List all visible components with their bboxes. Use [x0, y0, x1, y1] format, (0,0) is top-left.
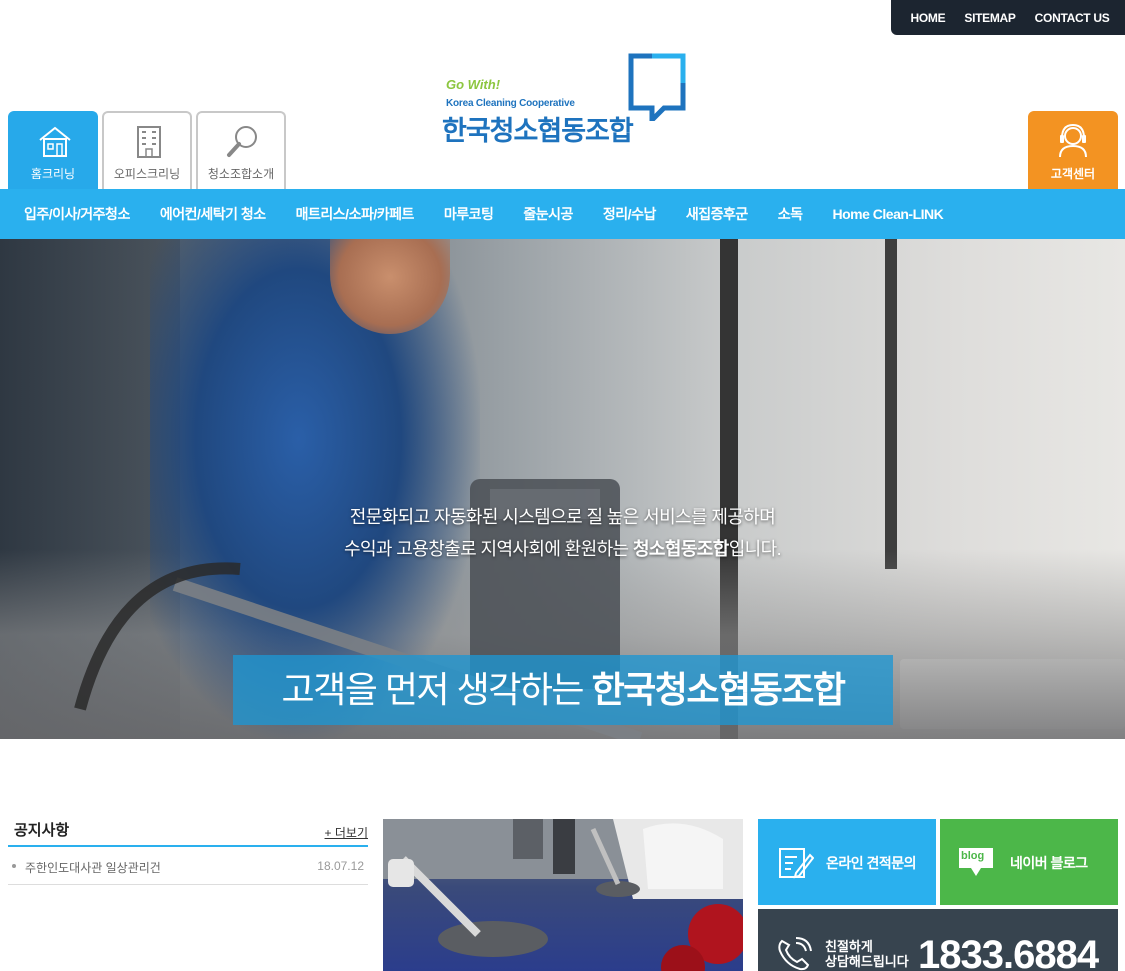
phone-consultation-box[interactable]: 친절하게 상담해드립니다 1833.6884 [758, 909, 1118, 971]
hero-line2-prefix: 수익과 고용창출로 지역사회에 환원하는 [344, 539, 633, 559]
home-link[interactable]: HOME [911, 11, 946, 25]
hero-title-prefix: 고객을 먼저 생각하는 [281, 669, 592, 710]
phone-tagline: 친절하게 상담해드립니다 [825, 939, 909, 969]
hero-line2-strong: 청소협동조합 [632, 539, 729, 559]
nav-grout[interactable]: 줄눈시공 [523, 204, 573, 224]
phone-tagline-line1: 친절하게 [825, 939, 873, 954]
tab-label: 청소조합소개 [207, 167, 275, 181]
nav-mattress-sofa-carpet[interactable]: 매트리스/소파/카페트 [296, 204, 415, 224]
blog-badge-text: blog [961, 850, 985, 862]
customer-center-label: 고객센터 [1050, 167, 1096, 181]
tab-label: 홈크리닝 [30, 167, 76, 181]
magnifier-icon [227, 126, 257, 157]
notice-item-date: 18.07.12 [317, 859, 364, 873]
hero-title-strong: 한국청소협동조합 [591, 669, 846, 710]
hero-title: 고객을 먼저 생각하는 한국청소협동조합 [233, 655, 893, 725]
customer-center-button[interactable]: 고객센터 [1028, 111, 1118, 189]
tab-label: 오피스크리닝 [113, 167, 181, 181]
online-estimate-label: 온라인 견적문의 [826, 855, 917, 871]
site-logo[interactable]: Go With! Korea Cleaning Cooperative 한국청소… [442, 53, 688, 146]
main-navigation: 입주/이사/거주청소 에어컨/세탁기 청소 매트리스/소파/카페트 마루코팅 줄… [0, 189, 1125, 239]
contact-us-link[interactable]: CONTACT US [1035, 11, 1110, 25]
building-icon [137, 126, 161, 158]
notice-board: 공지사항 + 더보기 주한인도대사관 일상관리건 18.07.12 [8, 815, 368, 885]
speech-bubble-logo-icon [628, 53, 686, 121]
hero-subtitle-line2: 수익과 고용창출로 지역사회에 환원하는 청소협동조합입니다. [0, 535, 1125, 561]
notice-header: 공지사항 + 더보기 [8, 815, 368, 847]
hero-line2-suffix: 입니다. [728, 539, 782, 559]
phone-icon [778, 937, 812, 971]
nav-home-clean-link[interactable]: Home Clean-LINK [833, 206, 944, 222]
utility-bar: HOME SITEMAP CONTACT US [891, 0, 1125, 35]
hero-banner: 고객을 먼저 생각하는 한국청소협동조합 전문화되고 자동화된 시스템으로 질 … [0, 239, 1125, 739]
hero-subtitle-line1: 전문화되고 자동화된 시스템으로 질 높은 서비스를 제공하며 [349, 507, 776, 527]
tab-home-cleaning[interactable]: 홈크리닝 [8, 111, 98, 189]
naver-blog-label: 네이버 블로그 [1010, 855, 1088, 871]
nav-organizing[interactable]: 정리/수납 [603, 204, 656, 224]
photo-illustration [383, 819, 743, 971]
tab-office-cleaning[interactable]: 오피스크리닝 [102, 111, 192, 189]
nav-sick-house[interactable]: 새집증후군 [686, 204, 748, 224]
nav-move-in-cleaning[interactable]: 입주/이사/거주청소 [24, 204, 130, 224]
sitemap-link[interactable]: SITEMAP [964, 11, 1016, 25]
bullet-icon [12, 864, 16, 868]
edit-document-icon [779, 848, 814, 879]
list-item[interactable]: 주한인도대사관 일상관리건 18.07.12 [8, 847, 368, 885]
naver-blog-button[interactable]: blog 네이버 블로그 [940, 819, 1118, 905]
cleaning-photo[interactable] [383, 819, 743, 971]
logo-english-name: Korea Cleaning Cooperative [446, 98, 575, 109]
notice-item-title[interactable]: 주한인도대사관 일상관리건 [25, 859, 161, 876]
logo-korean-name: 한국청소협동조합 [442, 116, 634, 146]
notice-more-link[interactable]: + 더보기 [325, 824, 368, 841]
online-estimate-button[interactable]: 온라인 견적문의 [758, 819, 936, 905]
phone-tagline-line2: 상담해드립니다 [825, 954, 909, 969]
logo-tagline: Go With! [446, 77, 501, 92]
house-icon [39, 126, 71, 157]
nav-aircon-washer-cleaning[interactable]: 에어컨/세탁기 청소 [160, 204, 266, 224]
nav-floor-coating[interactable]: 마루코팅 [444, 204, 494, 224]
nav-disinfection[interactable]: 소독 [778, 204, 803, 224]
notice-title: 공지사항 [14, 822, 70, 839]
phone-number[interactable]: 1833.6884 [918, 933, 1099, 971]
tab-cooperative-intro[interactable]: 청소조합소개 [196, 111, 286, 189]
headset-icon [1059, 123, 1087, 158]
